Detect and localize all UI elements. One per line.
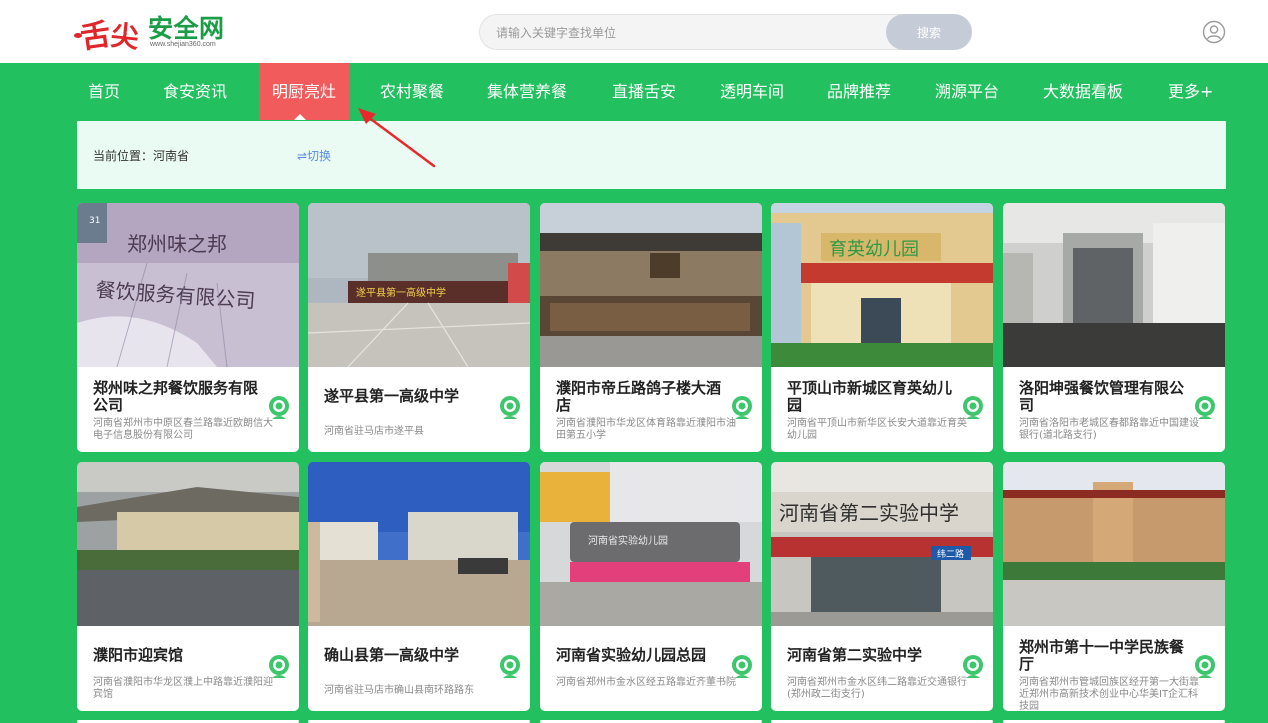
card-address: 河南省濮阳市华龙区体育路靠近濮阳市油田第五小学 (556, 418, 736, 441)
site-header: 舌 尖 安全网 www.shejian360.com 搜索 (0, 0, 1268, 63)
restaurant-photo (540, 203, 762, 367)
nav-item-brands[interactable]: 品牌推荐 (827, 63, 891, 120)
restaurant-photo (1003, 462, 1225, 626)
logo-url: www.shejian360.com (150, 41, 216, 48)
restaurant-card[interactable]: 育英幼儿园 平顶山市新城区育英幼儿园 河南省平顶山市新华区长安大道靠近育英幼儿园 (771, 203, 993, 452)
restaurant-photo (77, 462, 299, 626)
live-camera-icon[interactable] (1193, 395, 1217, 421)
live-camera-icon[interactable] (267, 654, 291, 680)
restaurant-card[interactable]: 洛阳坤强餐饮管理有限公司 河南省洛阳市老城区春都路靠近中国建设银行(道北路支行) (1003, 203, 1225, 452)
logo-name: 安全网 (148, 14, 225, 43)
card-title: 河南省实验幼儿园总园 (556, 646, 707, 664)
card-address: 河南省郑州市金水区经五路靠近齐董书院 (556, 677, 736, 688)
live-camera-icon[interactable] (498, 654, 522, 680)
card-title: 濮阳市迎宾馆 (93, 646, 184, 664)
card-title: 洛阳坤强餐饮管理有限公司 (1019, 379, 1185, 414)
live-camera-icon[interactable] (961, 654, 985, 680)
live-camera-icon[interactable] (1193, 654, 1217, 680)
card-title: 郑州味之邦餐饮服务有限公司 (93, 379, 259, 414)
card-address: 河南省濮阳市华龙区濮上中路靠近濮阳迎宾馆 (93, 677, 273, 700)
live-camera-icon[interactable] (730, 395, 754, 421)
restaurant-card[interactable]: 31 郑州味之邦 餐饮服务有限公司 郑州味之邦餐饮服务有限公司 河南省郑州市中原… (77, 203, 299, 452)
card-title: 遂平县第一高级中学 (324, 387, 460, 405)
site-logo[interactable]: 舌 尖 安全网 www.shejian360.com (74, 9, 238, 56)
location-bar: 当前位置：河南省 ⇌切换 (77, 121, 1226, 189)
restaurant-card[interactable]: 河南省实验幼儿园 河南省实验幼儿园总园 河南省郑州市金水区经五路靠近齐董书院 (540, 462, 762, 711)
card-address: 河南省洛阳市老城区春都路靠近中国建设银行(道北路支行) (1019, 418, 1199, 441)
nav-item-home[interactable]: 首页 (88, 63, 120, 120)
current-location: 当前位置：河南省 (93, 149, 190, 163)
card-address: 河南省驻马店市遂平县 (324, 426, 424, 437)
search-input[interactable] (496, 24, 876, 42)
switch-location-link[interactable]: ⇌切换 (297, 147, 331, 164)
live-camera-icon[interactable] (267, 395, 291, 421)
restaurant-photo: 育英幼儿园 (771, 203, 993, 367)
nav-item-transparent-workshop[interactable]: 透明车间 (720, 63, 784, 120)
restaurant-card[interactable]: 濮阳市迎宾馆 河南省濮阳市华龙区濮上中路靠近濮阳迎宾馆 (77, 462, 299, 711)
restaurant-card[interactable]: 濮阳市帝丘路鸽子楼大酒店 河南省濮阳市华龙区体育路靠近濮阳市油田第五小学 (540, 203, 762, 452)
restaurant-photo: 河南省第二实验中学 纬二路 (771, 462, 993, 626)
card-address: 河南省郑州市管城回族区经开第一大街靠近郑州市高新技术创业中心华美IT企汇科技园 (1019, 677, 1199, 711)
restaurant-card[interactable]: 确山县第一高级中学 河南省驻马店市确山县南环路路东 (308, 462, 530, 711)
nav-item-big-data[interactable]: 大数据看板 (1043, 63, 1123, 120)
card-address: 河南省郑州市金水区纬二路靠近交通银行(郑州政二街支行) (787, 677, 967, 700)
restaurant-photo: 31 郑州味之邦 餐饮服务有限公司 (77, 203, 299, 367)
card-address: 河南省驻马店市确山县南环路路东 (324, 685, 474, 696)
live-camera-icon[interactable] (730, 654, 754, 680)
restaurant-card[interactable]: 遂平县第一高级中学 遂平县第一高级中学 河南省驻马店市遂平县 (308, 203, 530, 452)
card-title: 濮阳市帝丘路鸽子楼大酒店 (556, 379, 722, 414)
kindergarten-name-stone: 河南省实验幼儿园 (588, 534, 668, 547)
nav-item-more[interactable]: 更多+ (1168, 63, 1213, 120)
search-box: 搜索 (479, 14, 972, 50)
street-sign: 纬二路 (937, 548, 964, 560)
logo-mark: 舌 尖 (74, 11, 146, 56)
kindergarten-sign: 育英幼儿园 (829, 239, 919, 260)
sign-line-1: 郑州味之邦 (127, 232, 227, 256)
restaurant-photo: 遂平县第一高级中学 (308, 203, 530, 367)
card-title: 确山县第一高级中学 (324, 646, 460, 664)
restaurant-photo: 河南省实验幼儿园 (540, 462, 762, 626)
search-button[interactable]: 搜索 (886, 14, 972, 50)
user-account-icon[interactable] (1202, 20, 1226, 44)
nav-item-bright-kitchen[interactable]: 明厨亮灶 (259, 63, 349, 120)
card-title: 平顶山市新城区育英幼儿园 (787, 379, 953, 414)
nav-item-live[interactable]: 直播舌安 (612, 63, 676, 120)
active-tab-indicator (294, 114, 306, 120)
nav-item-group-meals[interactable]: 集体营养餐 (487, 63, 567, 120)
restaurant-card[interactable]: 河南省第二实验中学 纬二路 河南省第二实验中学 河南省郑州市金水区纬二路靠近交通… (771, 462, 993, 711)
card-title: 郑州市第十一中学民族餐厅 (1019, 638, 1185, 673)
school-sign: 河南省第二实验中学 (779, 501, 959, 525)
nav-item-rural-dining[interactable]: 农村聚餐 (380, 63, 444, 120)
nav-item-traceability[interactable]: 溯源平台 (935, 63, 999, 120)
card-address: 河南省郑州市中原区春兰路靠近欧朗信大电子信息股份有限公司 (93, 418, 273, 441)
restaurant-photo (1003, 203, 1225, 367)
live-camera-icon[interactable] (961, 395, 985, 421)
main-nav: 首页 食安资讯 明厨亮灶 农村聚餐 集体营养餐 直播舌安 透明车间 品牌推荐 溯… (0, 63, 1268, 120)
restaurant-photo (308, 462, 530, 626)
card-address: 河南省平顶山市新华区长安大道靠近育英幼儿园 (787, 418, 967, 441)
restaurant-card[interactable]: 郑州市第十一中学民族餐厅 河南省郑州市管城回族区经开第一大街靠近郑州市高新技术创… (1003, 462, 1225, 711)
nav-item-food-news[interactable]: 食安资讯 (163, 63, 227, 120)
gate-sign: 遂平县第一高级中学 (356, 286, 446, 299)
card-title: 河南省第二实验中学 (787, 646, 923, 664)
live-camera-icon[interactable] (498, 395, 522, 421)
svg-text:31: 31 (89, 216, 100, 226)
